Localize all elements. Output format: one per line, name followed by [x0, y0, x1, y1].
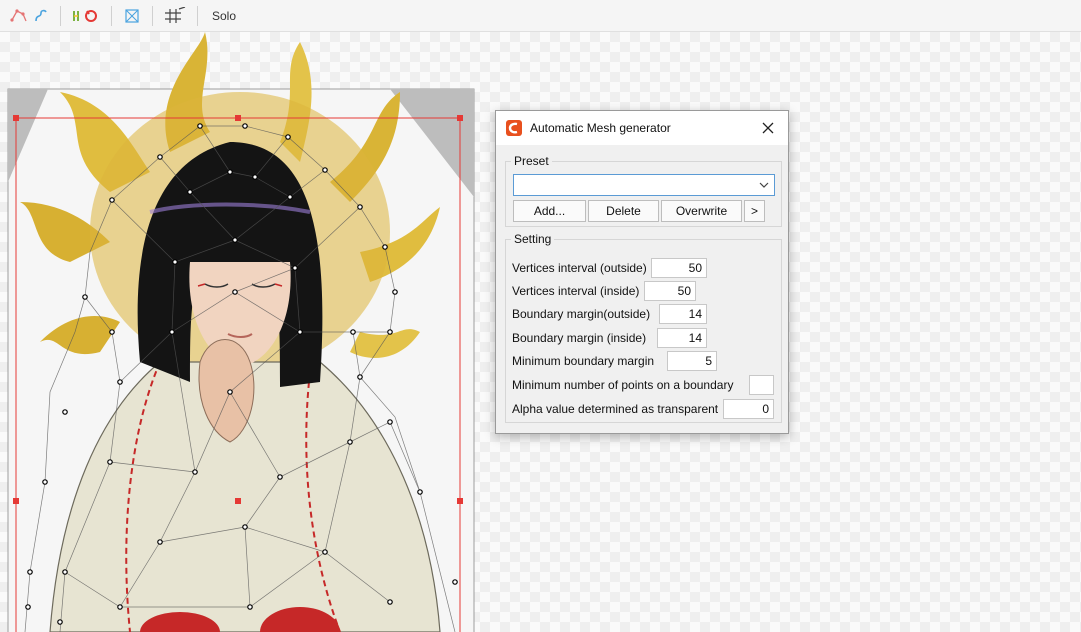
preset-more-button[interactable]: >	[744, 200, 765, 222]
field-label: Boundary margin (inside)	[512, 331, 647, 345]
field-vertices-interval-outside: Vertices interval (outside)	[512, 258, 647, 278]
field-boundary-margin-inside: Boundary margin (inside)	[512, 328, 646, 348]
field-minimum-boundary-margin: Minimum boundary margin	[512, 351, 654, 371]
setting-group: Setting Vertices interval (outside) 50 V…	[505, 232, 782, 423]
field-boundary-margin-outside: Boundary margin(outside)	[512, 304, 650, 324]
field-label: Vertices interval (inside)	[512, 284, 640, 298]
field-label: Minimum number of points on a boundary	[512, 378, 734, 392]
alpha-transparent-input[interactable]: 0	[723, 399, 774, 419]
preset-delete-button[interactable]: Delete	[588, 200, 659, 222]
preset-select[interactable]	[513, 174, 775, 196]
mesh-reset-icon[interactable]	[69, 4, 103, 28]
automatic-mesh-generator-dialog: Automatic Mesh generator Preset Add... D…	[495, 110, 789, 434]
preset-buttons: Add... Delete Overwrite >	[513, 200, 767, 222]
dialog-titlebar[interactable]: Automatic Mesh generator	[496, 111, 788, 145]
vertices-interval-outside-input[interactable]: 50	[651, 258, 707, 278]
field-label: Vertices interval (outside)	[512, 261, 647, 275]
setting-group-label: Setting	[511, 232, 555, 246]
toolbar-separator	[197, 5, 198, 26]
preset-add-button[interactable]: Add...	[513, 200, 586, 222]
toolbar-separator	[60, 5, 61, 26]
field-label: Alpha value determined as transparent	[512, 402, 719, 416]
field-label: Minimum boundary margin	[512, 354, 655, 368]
toolbar-separator	[111, 5, 112, 26]
mesh-select-icon[interactable]	[120, 4, 144, 28]
minimum-boundary-margin-input[interactable]: 5	[667, 351, 717, 371]
solo-toggle[interactable]: Solo	[206, 9, 242, 23]
vertices-interval-inside-input[interactable]: 50	[644, 281, 696, 301]
toolbar-separator	[152, 5, 153, 26]
mesh-link-icon[interactable]	[30, 4, 52, 28]
boundary-margin-inside-input[interactable]: 14	[657, 328, 707, 348]
preset-group-label: Preset	[511, 154, 552, 168]
grid-icon[interactable]	[161, 4, 189, 28]
chevron-down-icon	[759, 182, 769, 188]
minimum-points-boundary-input[interactable]	[749, 375, 774, 395]
mesh-edit-icon[interactable]	[8, 4, 30, 28]
dialog-title: Automatic Mesh generator	[530, 121, 671, 135]
preset-group: Preset Add... Delete Overwrite >	[505, 154, 782, 227]
preset-overwrite-button[interactable]: Overwrite	[661, 200, 742, 222]
toolbar: Solo	[0, 0, 1081, 32]
close-button[interactable]	[748, 111, 788, 145]
field-vertices-interval-inside: Vertices interval (inside)	[512, 281, 639, 301]
boundary-margin-outside-input[interactable]: 14	[659, 304, 707, 324]
field-label: Boundary margin(outside)	[512, 307, 651, 321]
field-minimum-points-boundary: Minimum number of points on a boundary	[512, 375, 733, 395]
close-icon	[762, 122, 774, 134]
app-logo-icon	[506, 120, 522, 136]
field-alpha-transparent: Alpha value determined as transparent	[512, 399, 718, 419]
